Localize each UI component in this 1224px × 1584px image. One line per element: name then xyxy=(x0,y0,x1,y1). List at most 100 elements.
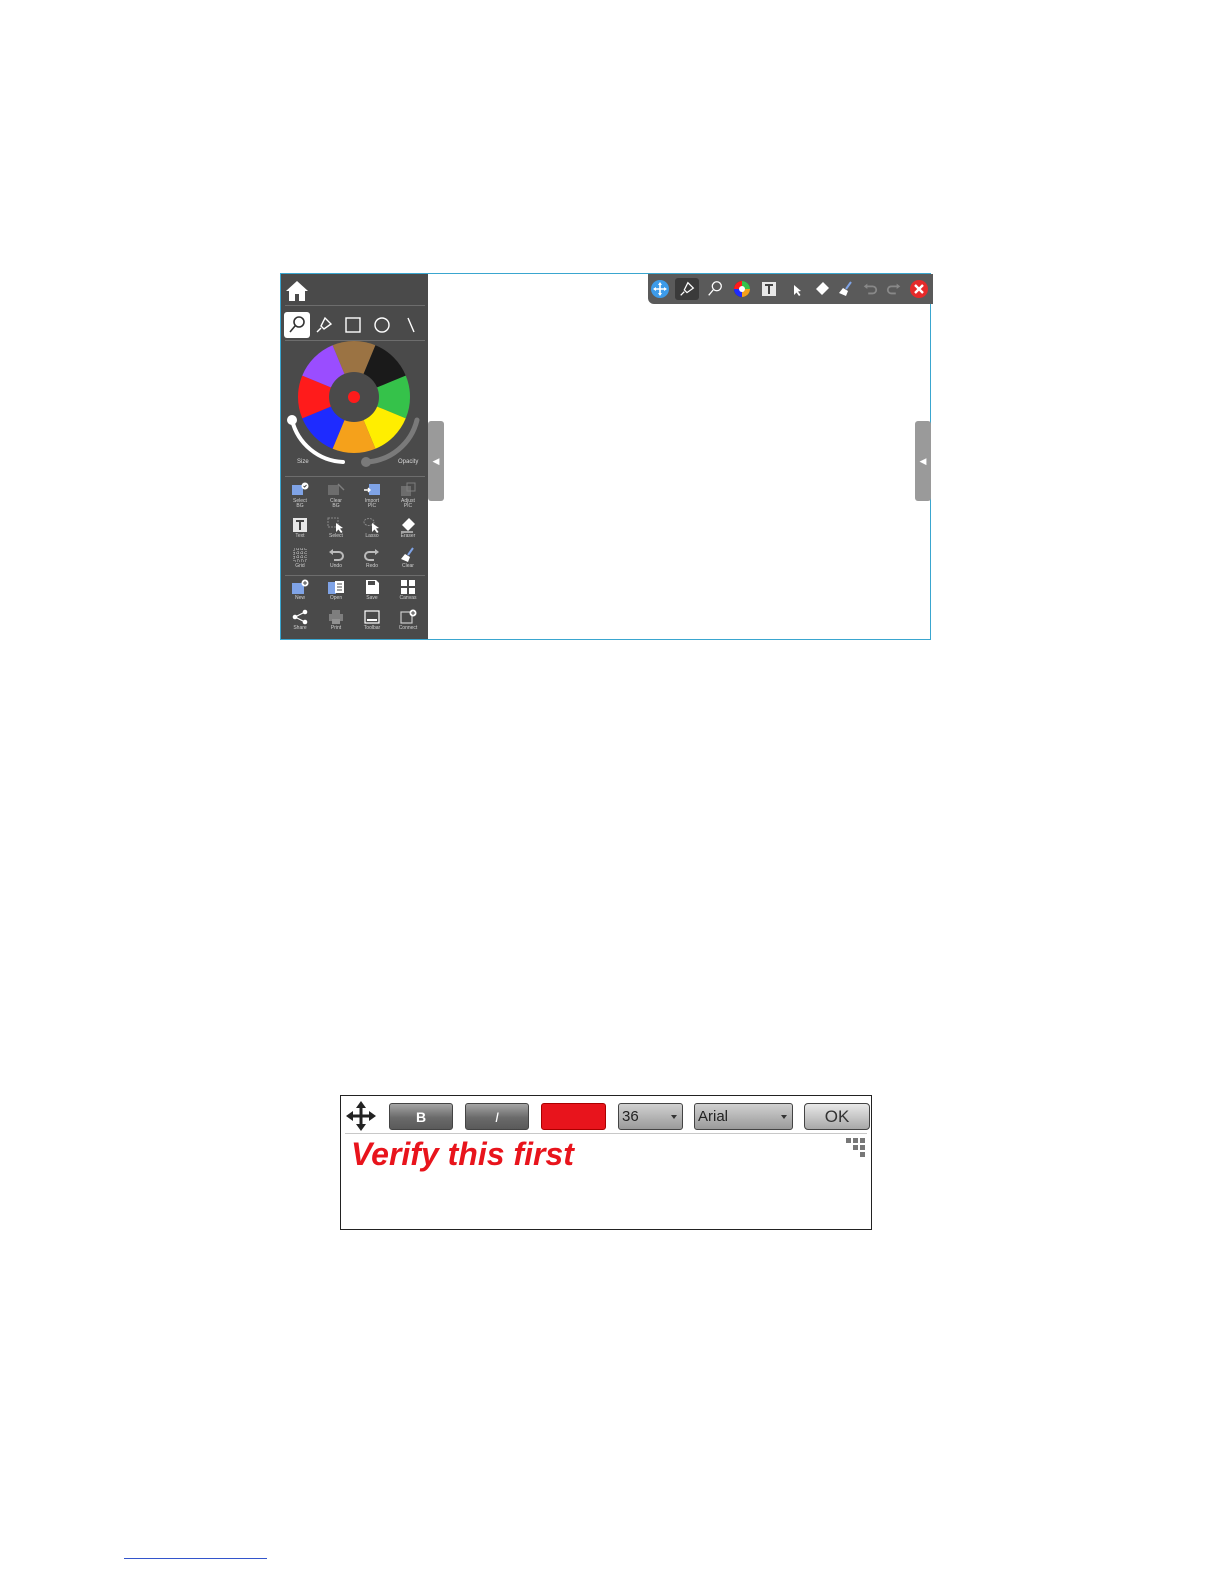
opacity-label: Opacity xyxy=(398,459,419,465)
select-icon xyxy=(794,285,801,296)
clear-button[interactable] xyxy=(834,278,858,300)
chevron-left-icon: ◀ xyxy=(919,455,927,466)
print-button[interactable]: Print xyxy=(318,609,354,639)
grid-button[interactable]: Grid xyxy=(282,547,318,577)
clear-bg-button[interactable]: Clear BG xyxy=(318,482,354,512)
color-wheel-icon xyxy=(734,281,750,297)
eraser-icon xyxy=(816,282,829,295)
ok-button[interactable]: OK xyxy=(804,1103,870,1130)
text-tool-button[interactable]: Text xyxy=(282,517,318,547)
move-button[interactable] xyxy=(648,278,672,300)
color-wheel[interactable] xyxy=(281,340,428,474)
canvas-button[interactable]: Canvas xyxy=(390,579,426,609)
toolbar-label: Toolbar xyxy=(363,625,381,631)
toolbar-button[interactable]: Toolbar xyxy=(354,609,390,639)
highlighter-tool-button[interactable] xyxy=(312,312,338,338)
home-icon[interactable] xyxy=(285,279,309,303)
canvas-icon xyxy=(401,580,415,594)
rectangle-tool-button[interactable] xyxy=(340,312,366,338)
select-bg-button[interactable]: Select BG xyxy=(282,482,318,512)
footnote-divider xyxy=(124,1558,267,1559)
select-button[interactable] xyxy=(785,278,809,300)
adjust-pic-icon xyxy=(401,482,416,496)
redo-label: Redo xyxy=(366,563,378,569)
text-tool-label: Text xyxy=(295,533,305,539)
divider xyxy=(285,575,425,576)
adjust-pic-button[interactable]: Adjust PIC xyxy=(390,482,426,512)
size-label: Size xyxy=(297,459,309,465)
text-dialog-toolbar: B I 36 Arial OK xyxy=(341,1096,871,1134)
undo-label: Undo xyxy=(330,563,342,569)
open-button[interactable]: Open xyxy=(318,579,354,609)
pen-icon xyxy=(680,281,695,296)
redo-button[interactable]: Redo xyxy=(354,547,390,577)
canvas-label: Canvas xyxy=(399,595,417,601)
save-icon xyxy=(366,580,379,594)
undo-icon xyxy=(863,283,878,295)
select-bg-icon xyxy=(292,482,309,495)
clear-button[interactable]: Clear xyxy=(390,547,426,577)
divider xyxy=(285,476,425,477)
text-input-dialog: B I 36 Arial OK Verify this first xyxy=(340,1095,872,1230)
chevron-down-icon xyxy=(671,1115,677,1119)
redo-icon xyxy=(364,549,379,561)
italic-button[interactable]: I xyxy=(465,1103,529,1130)
select-bg-label-2: BG xyxy=(296,503,304,509)
open-label: Open xyxy=(329,595,343,601)
close-icon xyxy=(910,280,928,298)
connect-button[interactable]: Connect xyxy=(390,609,426,639)
resize-grip-icon[interactable] xyxy=(845,1137,867,1159)
pen-button[interactable] xyxy=(675,278,699,300)
font-size-select[interactable]: 36 xyxy=(618,1103,683,1130)
lasso-icon xyxy=(363,518,379,533)
eraser-button[interactable] xyxy=(810,278,834,300)
share-label: Share xyxy=(293,625,307,631)
save-button[interactable]: Save xyxy=(354,579,390,609)
undo-button[interactable] xyxy=(858,278,882,300)
color-button[interactable] xyxy=(730,278,754,300)
size-slider-handle[interactable] xyxy=(287,415,297,425)
text-input-area[interactable]: Verify this first xyxy=(351,1136,574,1173)
font-family-value: Arial xyxy=(698,1108,729,1125)
adjust-pic-label-2: PIC xyxy=(403,503,413,509)
right-panel-tab[interactable]: ◀ xyxy=(915,421,931,501)
move-icon[interactable] xyxy=(345,1100,377,1132)
selected-color-dot xyxy=(348,391,360,403)
clear-label: Clear xyxy=(402,563,414,569)
highlighter-icon xyxy=(708,281,722,296)
sidebar-collapse-tab[interactable]: ◀ xyxy=(428,421,444,501)
chevron-down-icon xyxy=(781,1115,787,1119)
close-button[interactable] xyxy=(907,278,931,300)
undo-button[interactable]: Undo xyxy=(318,547,354,577)
clear-bg-label-2: BG xyxy=(332,503,340,509)
text-button[interactable] xyxy=(757,278,781,300)
share-button[interactable]: Share xyxy=(282,609,318,639)
divider xyxy=(285,305,425,306)
grid-icon xyxy=(293,548,307,562)
pen-tool-button[interactable] xyxy=(284,312,310,338)
open-icon xyxy=(328,581,344,594)
redo-button[interactable] xyxy=(882,278,906,300)
select-tool-button[interactable]: Select xyxy=(318,517,354,547)
circle-tool-button[interactable] xyxy=(369,312,395,338)
highlighter-button[interactable] xyxy=(703,278,727,300)
whiteboard-window: Size Opacity Select BG Clear BG Import PIC … xyxy=(280,273,933,640)
eraser-tool-button[interactable]: Eraser xyxy=(390,517,426,547)
text-icon xyxy=(762,282,776,296)
save-label: Save xyxy=(366,595,378,601)
undo-icon xyxy=(329,549,344,561)
line-tool-button[interactable] xyxy=(398,312,424,338)
move-icon xyxy=(651,280,669,298)
color-wheel-panel: Size Opacity xyxy=(281,340,428,474)
opacity-slider-handle[interactable] xyxy=(361,457,371,467)
text-color-button[interactable] xyxy=(541,1103,606,1130)
bold-button[interactable]: B xyxy=(389,1103,453,1130)
font-family-select[interactable]: Arial xyxy=(694,1103,793,1130)
import-pic-button[interactable]: Import PIC xyxy=(354,482,390,512)
toolbar-icon xyxy=(364,610,380,624)
new-button[interactable]: New xyxy=(282,579,318,609)
lasso-tool-button[interactable]: Lasso xyxy=(354,517,390,547)
share-icon xyxy=(292,609,308,625)
new-icon xyxy=(292,579,309,594)
print-label: Print xyxy=(330,625,342,631)
